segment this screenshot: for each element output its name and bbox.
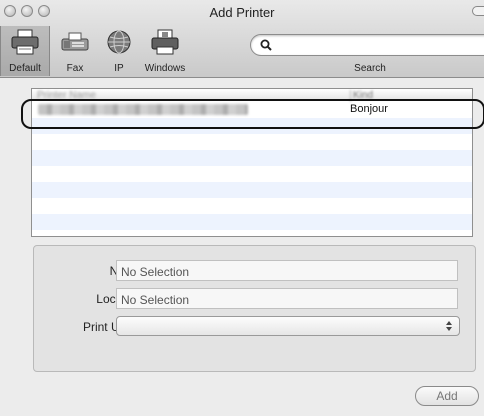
name-row: Name: No Selection	[34, 260, 475, 282]
toolbar-label: Fax	[66, 63, 84, 74]
window-title: Add Printer	[209, 5, 275, 20]
magnifier-icon	[260, 39, 272, 51]
add-button[interactable]: Add	[415, 386, 479, 406]
search-field[interactable]	[250, 34, 484, 56]
fax-icon	[61, 32, 89, 51]
toolbar-label: Default	[9, 63, 41, 74]
empty-row	[32, 198, 472, 214]
location-row: Location: No Selection	[34, 288, 475, 310]
toolbar-label: IP	[114, 63, 124, 74]
printer-details-panel: Name: No Selection Location: No Selectio…	[33, 245, 476, 372]
globe-icon	[107, 30, 131, 54]
empty-row	[32, 182, 472, 198]
toolbar-label: Windows	[144, 63, 186, 74]
up-down-arrows-icon	[446, 321, 452, 331]
toolbar-item-fax[interactable]: Fax	[50, 26, 100, 76]
printer-type-toolbar: Default Fax IP Windows	[0, 26, 200, 76]
windows-printer-icon	[151, 29, 179, 55]
add-printer-window: Add Printer Default Fax IP Windows Searc…	[0, 0, 484, 416]
default-printer-icon	[11, 29, 39, 55]
toolbar-item-default[interactable]: Default	[0, 26, 50, 76]
empty-row	[32, 150, 472, 166]
toolbar-item-windows[interactable]: Windows	[140, 26, 190, 76]
toolbar-toggle-button[interactable]	[472, 6, 484, 16]
empty-row	[32, 134, 472, 150]
search-label: Search	[354, 63, 386, 74]
location-field[interactable]: No Selection	[116, 288, 458, 309]
empty-row	[32, 214, 472, 230]
print-using-select[interactable]	[116, 316, 460, 336]
empty-row	[32, 166, 472, 182]
name-field[interactable]: No Selection	[116, 260, 458, 281]
print-using-row: Print Using:	[34, 316, 475, 338]
selection-highlight-ring	[21, 99, 484, 129]
toolbar-item-ip[interactable]: IP	[94, 26, 144, 76]
toolbar: Add Printer Default Fax IP Windows Searc…	[0, 0, 484, 78]
